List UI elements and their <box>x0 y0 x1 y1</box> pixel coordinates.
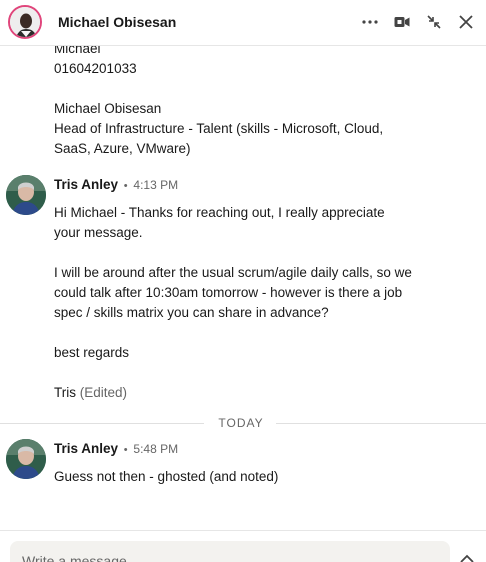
message-input[interactable] <box>10 541 450 562</box>
message-line: SaaS, Azure, VMware) <box>54 141 191 156</box>
message-header: Tris Anley • 5:48 PM <box>54 441 178 456</box>
contact-name[interactable]: Michael Obisesan <box>58 14 176 30</box>
message-line: Michael Obisesan <box>54 101 162 116</box>
conversation-header: Michael Obisesan <box>0 0 486 46</box>
video-call-icon[interactable] <box>386 10 418 34</box>
contact-avatar-image <box>10 7 40 37</box>
sender-avatar[interactable] <box>6 175 46 215</box>
message-line: Hi Michael - Thanks for reaching out, I … <box>54 205 385 220</box>
message-line <box>54 243 434 263</box>
header-actions <box>354 10 482 34</box>
minimize-icon[interactable] <box>418 10 450 34</box>
message-line <box>54 79 434 99</box>
sender-avatar[interactable] <box>6 439 46 479</box>
separator-dot: • <box>123 180 128 192</box>
message-line: Michael <box>54 46 101 56</box>
message-signoff-line: Tris (Edited) <box>54 383 434 403</box>
message-line: Guess not then - ghosted (and noted) <box>54 469 279 484</box>
sender-name[interactable]: Tris Anley <box>54 441 118 456</box>
contact-avatar[interactable] <box>8 5 42 39</box>
expand-composer-icon[interactable] <box>460 551 480 562</box>
day-divider: TODAY <box>0 416 486 430</box>
message-line: best regards <box>54 345 130 360</box>
separator-dot: • <box>123 444 128 456</box>
edited-label: (Edited) <box>79 385 128 400</box>
message-line: I will be around after the usual scrum/a… <box>54 265 412 280</box>
message-line: Head of Infrastructure - Talent (skills … <box>54 121 384 136</box>
message-line: your message. <box>54 225 143 240</box>
message-line <box>54 323 434 343</box>
close-icon[interactable] <box>450 10 482 34</box>
message-body: Hi Michael - Thanks for reaching out, I … <box>54 203 434 403</box>
message-header: Tris Anley • 4:13 PM <box>54 177 178 192</box>
message-line: could talk after 10:30am tomorrow - howe… <box>54 285 403 300</box>
more-icon[interactable] <box>354 10 386 34</box>
sender-avatar-image <box>6 439 46 479</box>
sender-avatar-image <box>6 175 46 215</box>
message-body: Guess not then - ghosted (and noted) <box>54 467 434 487</box>
divider-line-right <box>276 423 486 424</box>
message-body-signature: Michael 01604201033 Michael Obisesan Hea… <box>54 46 434 159</box>
signoff-name: Tris <box>54 385 76 400</box>
sender-name[interactable]: Tris Anley <box>54 177 118 192</box>
message-line: spec / skills matrix you can share in ad… <box>54 305 329 320</box>
message-line: 01604201033 <box>54 61 137 76</box>
message-timestamp: 5:48 PM <box>133 442 179 456</box>
message-composer <box>0 530 486 562</box>
message-thread[interactable]: Michael 01604201033 Michael Obisesan Hea… <box>0 46 486 530</box>
message-line <box>54 363 434 383</box>
message-timestamp: 4:13 PM <box>133 178 179 192</box>
